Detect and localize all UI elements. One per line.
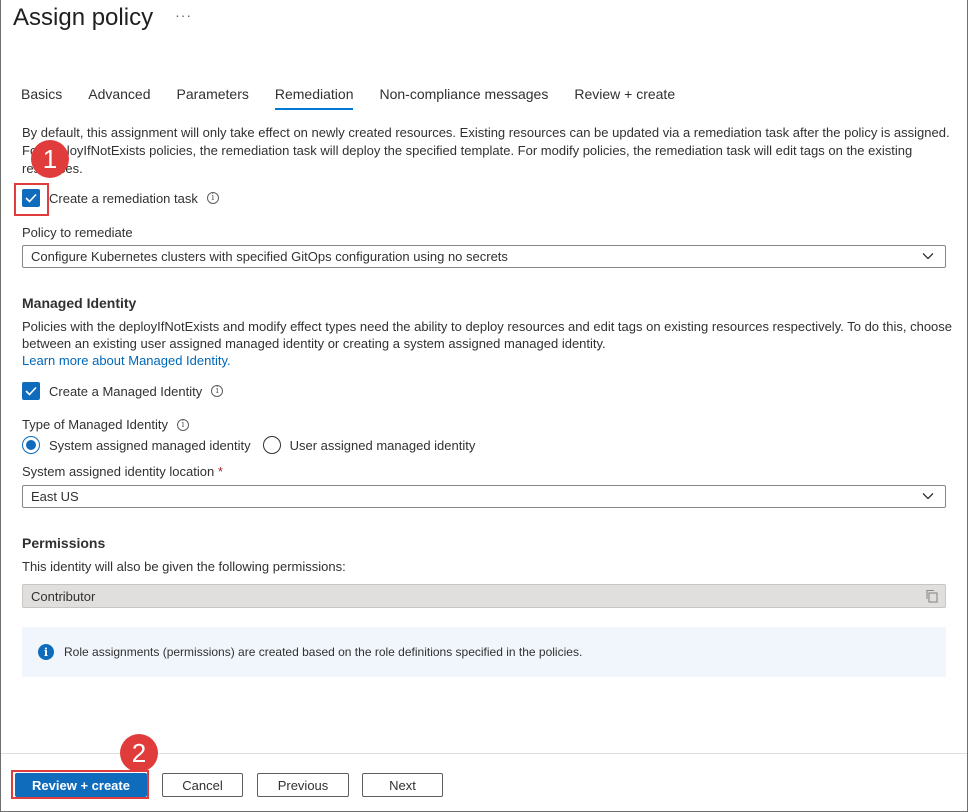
cancel-button[interactable]: Cancel [162,773,243,797]
system-assigned-option[interactable]: System assigned managed identity [22,436,251,454]
assign-policy-panel: Assign policy ··· Basics Advanced Parame… [0,0,968,812]
create-remediation-task-label: Create a remediation task [49,190,198,206]
step-2-badge: 2 [120,734,158,772]
create-remediation-task-row: Create a remediation task i [22,189,219,207]
step-2-highlight [11,770,149,799]
info-filled-icon: i [38,644,54,660]
chevron-down-icon [922,253,934,260]
tab-advanced[interactable]: Advanced [88,86,150,110]
info-icon[interactable]: i [211,385,224,397]
identity-location-label-text: System assigned identity location [22,464,215,479]
policy-to-remediate-dropdown[interactable]: Configure Kubernetes clusters with speci… [22,245,946,268]
managed-identity-heading: Managed Identity [22,295,137,311]
role-assignment-info-box: i Role assignments (permissions) are cre… [22,627,946,677]
system-assigned-label: System assigned managed identity [49,437,251,453]
create-managed-identity-checkbox[interactable] [22,382,40,400]
tab-parameters[interactable]: Parameters [177,86,249,110]
chevron-down-icon [922,493,934,500]
identity-location-value: East US [31,489,79,504]
next-button[interactable]: Next [362,773,443,797]
user-assigned-radio[interactable] [262,436,281,454]
tab-non-compliance-messages[interactable]: Non-compliance messages [379,86,548,110]
tab-remediation[interactable]: Remediation [274,86,354,110]
create-managed-identity-label: Create a Managed Identity [49,383,203,399]
managed-identity-type-radio-group: System assigned managed identity User as… [22,436,487,454]
role-assignment-info-text: Role assignments (permissions) are creat… [64,645,583,659]
remediation-intro-text: By default, this assignment will only ta… [22,125,950,176]
permissions-description: This identity will also be given the fol… [22,559,346,574]
create-managed-identity-row: Create a Managed Identity i [22,382,224,400]
tab-review-create[interactable]: Review + create [574,86,675,110]
info-icon[interactable]: i [206,192,219,204]
managed-identity-description-text: Policies with the deployIfNotExists and … [22,319,953,351]
policy-to-remediate-value: Configure Kubernetes clusters with speci… [31,249,508,264]
checkmark-icon [25,386,37,396]
role-value: Contributor [31,588,96,604]
policy-to-remediate-label: Policy to remediate [22,225,133,240]
info-icon[interactable]: i [176,418,189,431]
learn-more-link[interactable]: Learn more about Managed Identity. [22,353,231,368]
page-title: Assign policy [13,4,154,31]
identity-location-dropdown[interactable]: East US [22,485,946,508]
step-1-badge: 1 [31,140,69,178]
type-of-managed-identity-label: Type of Managed Identity [22,417,168,432]
user-assigned-label: User assigned managed identity [289,437,476,453]
role-readonly-field: Contributor [22,584,946,608]
tab-bar: Basics Advanced Parameters Remediation N… [21,86,701,110]
required-indicator: * [217,464,223,479]
user-assigned-option[interactable]: User assigned managed identity [262,436,476,454]
permissions-heading: Permissions [22,535,106,551]
identity-location-label: System assigned identity location * [22,464,223,479]
managed-identity-description: Policies with the deployIfNotExists and … [22,318,952,369]
step-1-highlight [14,183,49,216]
title-bar: Assign policy ··· [13,2,192,34]
system-assigned-radio[interactable] [22,436,40,454]
more-options-icon[interactable]: ··· [175,7,192,23]
copy-icon[interactable] [925,589,939,603]
type-of-managed-identity-row: Type of Managed Identity i [22,417,189,432]
previous-button[interactable]: Previous [257,773,349,797]
tab-basics[interactable]: Basics [21,86,62,110]
